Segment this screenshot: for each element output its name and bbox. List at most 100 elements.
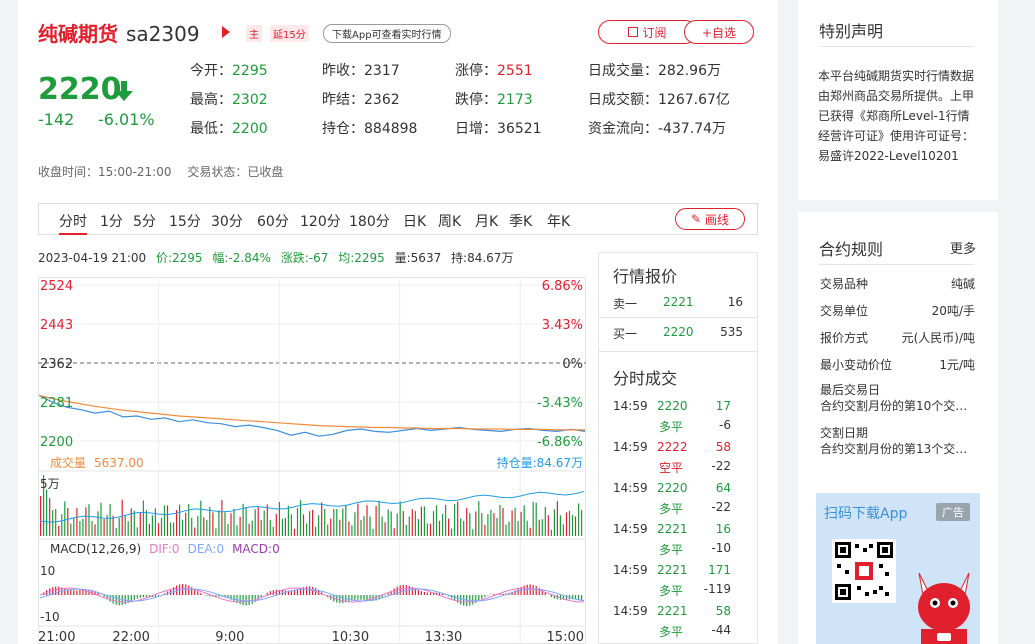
macd-bar [176, 585, 178, 595]
macd-bar [384, 595, 386, 596]
tab-period[interactable]: 季K [509, 211, 532, 231]
rule-key: 交易单位 [820, 304, 869, 318]
volume-bar [221, 500, 223, 536]
pencil-icon: ✎ [690, 212, 702, 226]
tab-period[interactable]: 年K [547, 211, 570, 231]
tab-period[interactable]: 分时 [59, 211, 87, 235]
rule-key: 交易品种 [820, 277, 869, 291]
divider [819, 46, 974, 47]
macd-bar [348, 595, 350, 602]
volume-bar [312, 509, 314, 536]
trade-delta: -44 [711, 623, 731, 637]
percent-axis-label: -3.43% [537, 396, 583, 411]
tab-period[interactable]: 30分 [211, 211, 243, 231]
info-datetime: 2023-04-19 21:00 [38, 251, 147, 265]
volume-bar [197, 515, 199, 536]
volume-bar [64, 501, 66, 536]
macd-bar [139, 595, 141, 598]
macd-bar [55, 586, 57, 595]
tab-period[interactable]: 1分 [100, 211, 123, 231]
trade-row: 14:59 2220 17 多平 -6 [613, 399, 743, 440]
draw-line-button[interactable]: ✎ 画线 [675, 208, 745, 230]
tab-period[interactable]: 180分 [349, 211, 390, 231]
stat-label: 日成交额： [588, 92, 658, 108]
volume-bar [248, 523, 250, 536]
play-icon[interactable] [222, 26, 230, 38]
divider [819, 264, 974, 265]
price-change-percent: -6.01% [98, 110, 155, 129]
add-favorite-button[interactable]: +自选 [684, 20, 754, 44]
macd-bar [100, 594, 102, 595]
macd-bar [429, 592, 432, 595]
tab-period[interactable]: 15分 [169, 211, 201, 231]
trade-row: 14:59 2221 58 多平 -44 [613, 604, 743, 644]
volume-bar [194, 527, 196, 536]
volume-bar [387, 509, 389, 536]
volume-bar [118, 517, 120, 536]
stat-item: 日成交额：1267.67亿 [588, 89, 730, 109]
app-ad-banner[interactable]: 扫码下载App 广告 [816, 493, 980, 644]
stat-label: 跌停： [455, 92, 497, 108]
volume-bar [191, 517, 193, 536]
rule-key: 最后交易日 [820, 383, 881, 397]
tab-period[interactable]: 5分 [133, 211, 156, 231]
tab-period[interactable]: 周K [438, 211, 461, 231]
volume-bar [472, 529, 474, 536]
macd-bar [154, 595, 156, 597]
volume-bar [448, 518, 450, 536]
stat-value: 1267.67亿 [658, 92, 730, 108]
volume-bar [163, 505, 166, 536]
stat-value: 2200 [232, 121, 268, 137]
intraday-chart[interactable]: 2524 2443 2362 2281 2200 6.86% 3.43% 0% -3.43% -6… [38, 277, 586, 644]
percent-axis-label: 3.43% [542, 318, 583, 333]
macd-bar [514, 590, 516, 595]
stat-item: 昨收：2317 [322, 60, 400, 80]
contract-name: 纯碱期货 [38, 22, 118, 46]
macd-bar [130, 595, 132, 602]
tab-period[interactable]: 日K [403, 211, 426, 231]
tab-period[interactable]: 月K [475, 211, 498, 231]
volume-bar [91, 520, 93, 536]
time-axis-label: 13:30 [425, 630, 462, 644]
trade-price: 2220 [657, 481, 688, 495]
arrow-down-icon [115, 81, 133, 101]
macd-bar [396, 586, 398, 595]
tab-period[interactable]: 60分 [257, 211, 289, 231]
trading-status: 收盘时间：15:00-21:00 交易状态：已收盘 [38, 163, 295, 180]
volume-bar [76, 508, 78, 536]
volume-bar [290, 514, 292, 536]
stat-item: 日增：36521 [455, 118, 542, 138]
trade-delta: -10 [711, 541, 731, 555]
rules-card: 合约规则 更多 交易品种 纯碱 交易单位 20吨/手 报价方式 元(人民币)/吨 最小变动价… [798, 212, 998, 644]
stat-label: 日增： [455, 121, 497, 137]
volume-bar [251, 520, 253, 536]
volume-bar [487, 514, 489, 536]
stat-item: 资金流向：-437.74万 [588, 118, 726, 138]
volume-bar [121, 499, 123, 536]
intraday-chart-svg[interactable]: 2524 2443 2362 2281 2200 6.86% 3.43% 0% -3.43% -6… [38, 277, 586, 644]
trade-row: 14:59 2221 16 多平 -10 [613, 522, 743, 563]
crosshair-info: 2023-04-19 21:00 价:2295 幅:-2.84% 涨跌:-67 … [38, 249, 519, 266]
macd-bar [58, 586, 60, 595]
volume-label: 成交量 [50, 455, 86, 470]
ad-title: 扫码下载App [824, 506, 908, 522]
rules-more-link[interactable]: 更多 [950, 238, 976, 257]
stat-label: 今开： [190, 63, 232, 79]
rule-key: 交割日期 [820, 426, 869, 440]
volume-bar [70, 523, 72, 536]
volume-bar [284, 518, 286, 536]
volume-bar [363, 516, 365, 536]
rule-key: 最小变动价位 [820, 358, 893, 372]
volume-bar [547, 515, 549, 536]
trade-kind: 多平 [659, 420, 684, 434]
volume-bar [233, 508, 235, 536]
download-app-tip[interactable]: 下载App可查看实时行情 [323, 24, 451, 43]
trade-price: 2220 [657, 399, 688, 413]
macd-bar [360, 595, 362, 600]
volume-bar [493, 513, 495, 536]
tab-period[interactable]: 120分 [300, 211, 341, 231]
volume-bar [281, 518, 283, 536]
volume-bar [263, 510, 265, 536]
subscribe-button[interactable]: 订阅 [598, 20, 697, 44]
trade-kind: 多平 [659, 625, 684, 639]
